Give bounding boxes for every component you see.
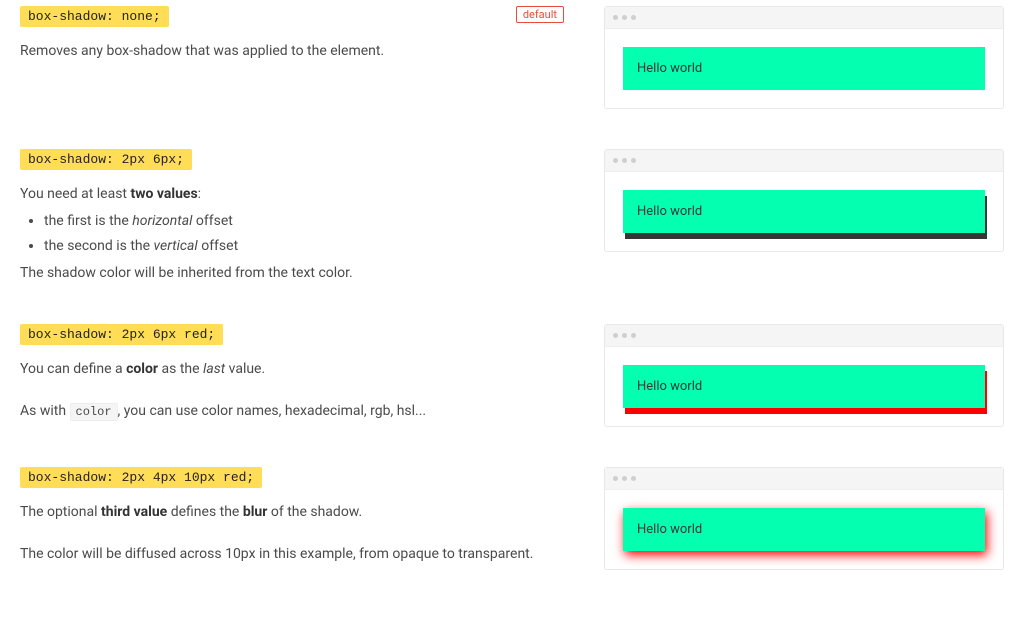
default-badge: default — [516, 6, 564, 23]
preview-body: Hello world — [605, 490, 1003, 569]
preview-window: Hello world — [604, 324, 1004, 427]
example-block: box-shadow: 2px 4px 10px red; The option… — [20, 467, 1004, 570]
preview-window: Hello world — [604, 467, 1004, 570]
example-description: box-shadow: none; default Removes any bo… — [20, 6, 564, 109]
window-dot-icon — [622, 476, 627, 481]
example-block: box-shadow: none; default Removes any bo… — [20, 6, 1004, 109]
window-dot-icon — [631, 15, 636, 20]
example-preview: Hello world — [604, 324, 1004, 427]
preview-body: Hello world — [605, 29, 1003, 108]
window-dots — [613, 15, 636, 20]
window-dot-icon — [622, 158, 627, 163]
window-dot-icon — [631, 158, 636, 163]
window-dot-icon — [631, 476, 636, 481]
description-text: You can define a color as the last value… — [20, 359, 564, 422]
window-dot-icon — [622, 15, 627, 20]
demo-box: Hello world — [623, 190, 985, 233]
css-code-header[interactable]: box-shadow: 2px 4px 10px red; — [20, 467, 262, 488]
window-dots — [613, 333, 636, 338]
preview-body: Hello world — [605, 347, 1003, 426]
window-dot-icon — [613, 476, 618, 481]
preview-titlebar — [605, 468, 1003, 490]
window-dot-icon — [631, 333, 636, 338]
window-dot-icon — [613, 158, 618, 163]
example-description: box-shadow: 2px 6px; You need at least t… — [20, 149, 564, 284]
preview-window: Hello world — [604, 149, 1004, 252]
description-text: You need at least two values:the first i… — [20, 184, 564, 284]
window-dots — [613, 476, 636, 481]
window-dot-icon — [613, 333, 618, 338]
demo-box: Hello world — [623, 508, 985, 551]
window-dots — [613, 158, 636, 163]
demo-box: Hello world — [623, 365, 985, 408]
css-code-header[interactable]: box-shadow: 2px 6px; — [20, 149, 192, 170]
example-description: box-shadow: 2px 4px 10px red; The option… — [20, 467, 564, 570]
example-preview: Hello world — [604, 6, 1004, 109]
example-description: box-shadow: 2px 6px red; You can define … — [20, 324, 564, 427]
example-preview: Hello world — [604, 467, 1004, 570]
window-dot-icon — [613, 15, 618, 20]
demo-box: Hello world — [623, 47, 985, 90]
preview-titlebar — [605, 150, 1003, 172]
window-dot-icon — [622, 333, 627, 338]
example-preview: Hello world — [604, 149, 1004, 284]
description-text: Removes any box-shadow that was applied … — [20, 41, 564, 62]
preview-titlebar — [605, 325, 1003, 347]
preview-titlebar — [605, 7, 1003, 29]
css-code-header[interactable]: box-shadow: none; — [20, 6, 169, 27]
preview-body: Hello world — [605, 172, 1003, 251]
preview-window: Hello world — [604, 6, 1004, 109]
example-block: box-shadow: 2px 6px red; You can define … — [20, 324, 1004, 427]
css-code-header[interactable]: box-shadow: 2px 6px red; — [20, 324, 223, 345]
description-text: The optional third value defines the blu… — [20, 502, 564, 565]
example-block: box-shadow: 2px 6px; You need at least t… — [20, 149, 1004, 284]
